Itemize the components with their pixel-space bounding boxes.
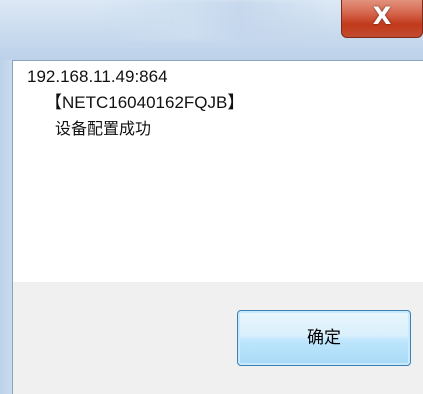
close-icon: X [372,2,392,30]
ok-button[interactable]: 确定 [237,310,411,366]
window-frame-left [0,60,12,394]
message-address: 192.168.11.49:864 [27,67,168,86]
close-button[interactable]: X [341,0,423,38]
dialog-message: 192.168.11.49:864 【NETC16040162FQJB】设备配置成… [27,64,244,142]
message-device-id: 【NETC16040162FQJB】 [45,93,245,112]
title-bar: X [0,0,423,60]
message-status: 设备配置成功 [55,119,152,138]
title-bar-highlight [100,0,330,40]
